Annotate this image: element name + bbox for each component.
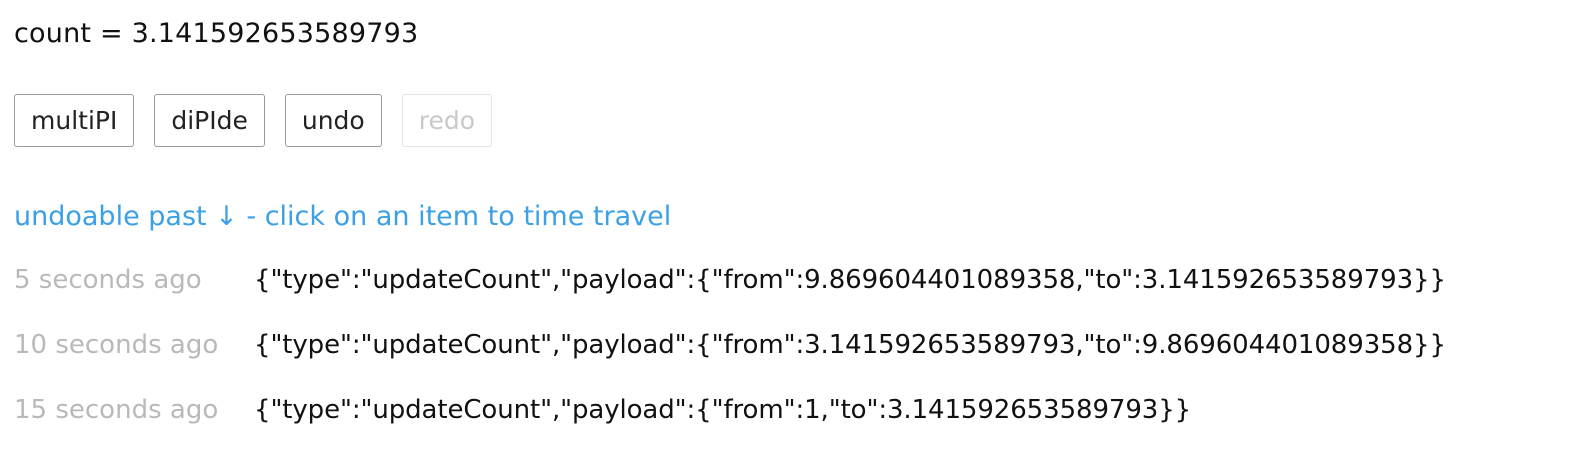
history-item-action: {"type":"updateCount","payload":{"from":… bbox=[254, 330, 1446, 360]
undo-button[interactable]: undo bbox=[284, 94, 382, 147]
history-item[interactable]: 10 seconds ago {"type":"updateCount","pa… bbox=[14, 330, 1446, 395]
count-display: count = 3.141592653589793 bbox=[14, 18, 419, 49]
history-item-time: 10 seconds ago bbox=[14, 330, 219, 360]
dipide-button[interactable]: diPIde bbox=[154, 94, 265, 147]
history-item-time: 5 seconds ago bbox=[14, 265, 202, 295]
history-item[interactable]: 15 seconds ago {"type":"updateCount","pa… bbox=[14, 395, 1446, 460]
history-header: undoable past ↓ - click on an item to ti… bbox=[14, 201, 672, 232]
redo-button: redo bbox=[401, 94, 492, 147]
history-item-action: {"type":"updateCount","payload":{"from":… bbox=[254, 395, 1192, 425]
history-item-time: 15 seconds ago bbox=[14, 395, 219, 425]
action-buttons: multiPI diPIde undo redo bbox=[14, 94, 492, 147]
history-item[interactable]: 5 seconds ago {"type":"updateCount","pay… bbox=[14, 265, 1446, 330]
history-item-action: {"type":"updateCount","payload":{"from":… bbox=[254, 265, 1446, 295]
multipi-button[interactable]: multiPI bbox=[14, 94, 135, 147]
history-list: 5 seconds ago {"type":"updateCount","pay… bbox=[14, 265, 1446, 460]
